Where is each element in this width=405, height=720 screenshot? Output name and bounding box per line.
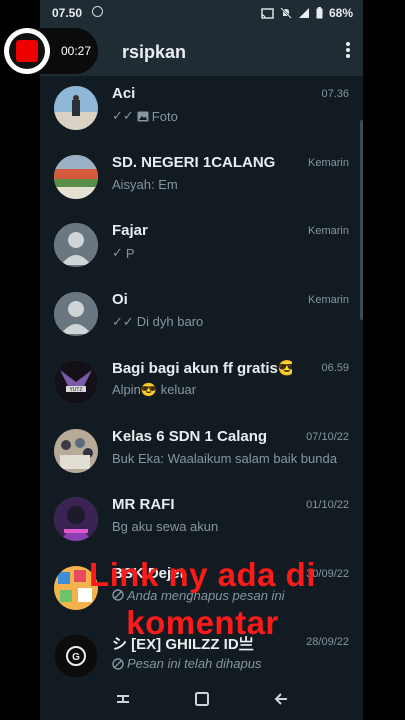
chat-row-bagi-bagi[interactable]: YUTZ Bagi bagi akun ff gratis😎 06.59 Alp… (40, 350, 363, 419)
recording-indicator-icon (92, 6, 103, 17)
recording-timer: 00:27 (61, 44, 92, 58)
mute-icon (280, 7, 292, 19)
chat-time: Kemarin (308, 225, 349, 237)
chat-preview: Pesan ini telah dihapus (112, 656, 261, 671)
avatar (54, 86, 98, 130)
chat-preview-text: Foto (151, 108, 178, 124)
chat-name: Fajar (112, 222, 148, 239)
chat-row-mr-rafi[interactable]: MR RAFI 01/10/22 Bg aku sewa akun (40, 487, 363, 556)
chat-time: 07.36 (321, 88, 349, 100)
default-avatar-icon (54, 223, 98, 267)
avatar (54, 428, 98, 473)
chat-preview-text: Pesan ini telah dihapus (127, 656, 262, 671)
chat-time: 01/10/22 (306, 499, 349, 511)
chat-time: Kemarin (308, 293, 349, 306)
home-icon[interactable] (193, 690, 211, 708)
battery-icon (316, 7, 323, 19)
chat-name: SD. NEGERI 1CALANG (112, 153, 276, 171)
chat-time: 06.59 (321, 362, 349, 374)
page-title: rsipkan (122, 42, 187, 62)
chat-row-kelas-6[interactable]: Kelas 6 SDN 1 Calang 07/10/22 Buk Eka: W… (40, 419, 363, 488)
double-check-icon: ✓✓ (112, 108, 134, 123)
signal-icon (298, 8, 309, 18)
chat-row-sd-negeri[interactable]: SD. NEGERI 1CALANG Kemarin Aisyah: Em (40, 145, 363, 214)
chat-preview: Buk Eka: Waalaikum salam baik bunda (112, 451, 337, 466)
system-nav-bar (40, 678, 363, 720)
battery-percent: 68% (328, 6, 353, 20)
chat-row-fajar[interactable]: Fajar Kemarin ✓ P (40, 213, 363, 282)
overlay-text-line1: Link ny ada di (88, 556, 317, 593)
chat-preview: ✓✓ Foto (112, 108, 178, 124)
chat-preview: Bg aku sewa akun (112, 519, 218, 534)
avatar (54, 154, 98, 199)
chat-preview-text: Aisyah: Em (112, 176, 178, 192)
chat-preview: ✓ P (112, 245, 135, 261)
photo-icon (137, 111, 149, 121)
double-check-icon: ✓✓ (112, 313, 134, 329)
chat-name: Oi (112, 290, 128, 308)
chat-row-aci[interactable]: Aci 07.36 ✓✓ Foto (40, 76, 363, 145)
chat-time: 07/10/22 (306, 430, 349, 443)
svg-text:YUTZ: YUTZ (69, 387, 82, 393)
avatar (54, 291, 98, 336)
cast-icon (261, 7, 274, 19)
chat-preview-text: Bg aku sewa akun (112, 519, 219, 534)
chat-row-oi[interactable]: Oi Kemarin ✓✓ Di dyh baro (40, 282, 363, 351)
chat-name: MR RAFI (112, 496, 175, 513)
scrollbar[interactable] (360, 120, 363, 320)
chat-preview-text: Di dyh baro (136, 314, 204, 329)
stop-recording-button[interactable] (4, 28, 50, 74)
chat-list[interactable]: Aci 07.36 ✓✓ Foto SD. NEGERI 1CALANG Kem… (40, 76, 363, 693)
recent-apps-icon[interactable] (114, 690, 132, 708)
screen-recorder-widget[interactable]: 00:27 (4, 28, 98, 74)
chat-preview-text: Buk Eka: Waalaikum salam baik bunda (112, 450, 337, 466)
avatar: YUTZ (54, 360, 98, 404)
chat-preview: Alpin😎 keluar (112, 382, 196, 398)
status-time: 07.50 (52, 6, 83, 20)
svg-text:G: G (72, 652, 80, 663)
chat-name: Bagi bagi akun ff gratis😎 (112, 360, 292, 377)
chat-name: Kelas 6 SDN 1 Calang (112, 427, 268, 445)
chat-preview-text: P (125, 245, 135, 261)
deleted-message-icon (112, 657, 124, 670)
chat-preview-text: Alpin😎 keluar (112, 382, 197, 397)
status-icons: 68% (261, 6, 353, 20)
chat-name: Aci (112, 85, 136, 102)
default-avatar-icon (54, 291, 98, 336)
status-bar: 07.50 68% (40, 0, 363, 26)
chat-preview: ✓✓ Di dyh baro (112, 314, 203, 330)
chat-time: Kemarin (308, 156, 349, 169)
single-check-icon: ✓ (112, 245, 123, 260)
back-icon[interactable] (273, 690, 291, 708)
stop-icon (16, 40, 38, 62)
avatar (54, 497, 98, 541)
overlay-text-line2: komentar (126, 604, 279, 641)
more-options-icon[interactable] (345, 40, 351, 60)
chat-preview: Aisyah: Em (112, 177, 178, 192)
avatar (54, 223, 98, 267)
